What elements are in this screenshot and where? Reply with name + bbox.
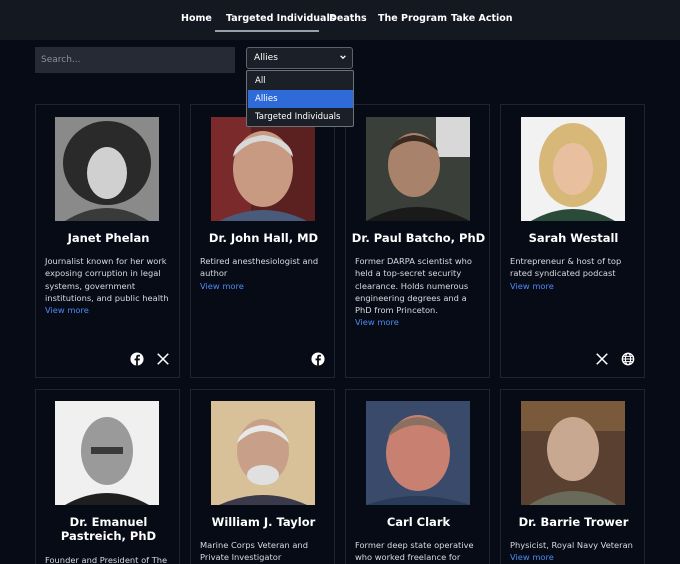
nav-deaths[interactable]: Deaths bbox=[329, 13, 367, 24]
profile-description: Physicist, Royal Navy Veteran View more bbox=[510, 540, 633, 563]
profile-card: Dr. Emanuel Pastreich, PhD Founder and P… bbox=[35, 389, 180, 564]
profile-photo bbox=[211, 401, 315, 505]
profile-description: Founder and President of The bbox=[45, 555, 168, 564]
option-targeted-individuals[interactable]: Targeted Individuals bbox=[248, 108, 353, 126]
profile-name: Dr. Emanuel Pastreich, PhD bbox=[60, 515, 157, 543]
globe-icon[interactable] bbox=[621, 352, 635, 366]
profile-card: Dr. John Hall, MD Retired anesthesiologi… bbox=[190, 104, 335, 378]
profile-name: Sarah Westall bbox=[528, 231, 619, 245]
facebook-icon[interactable] bbox=[311, 352, 325, 366]
profile-name: Janet Phelan bbox=[67, 231, 150, 245]
profile-photo bbox=[211, 117, 315, 221]
option-all[interactable]: All bbox=[248, 72, 353, 90]
nav-the-program[interactable]: The Program bbox=[378, 13, 447, 24]
profile-photo bbox=[366, 117, 470, 221]
view-more-link[interactable]: View more bbox=[45, 305, 89, 315]
profile-description: Marine Corps Veteran and Private Investi… bbox=[200, 540, 308, 563]
profile-card: Janet Phelan Journalist known for her wo… bbox=[35, 104, 180, 378]
profile-description: Retired anesthesiologist and author View … bbox=[200, 256, 319, 291]
top-navigation: Home Targeted Individuals Deaths The Pro… bbox=[0, 0, 680, 40]
facebook-icon[interactable] bbox=[130, 352, 144, 366]
view-more-link[interactable]: View more bbox=[510, 281, 554, 291]
category-select-value: Allies bbox=[254, 53, 278, 63]
profile-photo bbox=[521, 401, 625, 505]
profile-card: Dr. Paul Batcho, PhD Former DARPA scient… bbox=[345, 104, 490, 378]
profile-photo bbox=[55, 117, 159, 221]
category-dropdown: All Allies Targeted Individuals bbox=[246, 70, 354, 127]
nav-targeted-individuals[interactable]: Targeted Individuals bbox=[226, 13, 335, 24]
profile-photo bbox=[366, 401, 470, 505]
profile-name: William J. Taylor bbox=[211, 515, 316, 529]
view-more-link[interactable]: View more bbox=[200, 281, 244, 291]
profile-description: Former deep state operative who worked f… bbox=[355, 540, 474, 563]
profile-description: Journalist known for her work exposing c… bbox=[45, 256, 169, 316]
profile-description: Former DARPA scientist who held a top-se… bbox=[355, 256, 472, 328]
nav-home[interactable]: Home bbox=[181, 13, 212, 24]
profile-description: Entrepreneur & host of top rated syndica… bbox=[510, 256, 622, 291]
profile-name: Carl Clark bbox=[386, 515, 451, 529]
profile-photo bbox=[521, 117, 625, 221]
profile-photo bbox=[55, 401, 159, 505]
active-nav-indicator bbox=[215, 30, 319, 32]
profile-name: Dr. Paul Batcho, PhD bbox=[351, 231, 486, 245]
x-icon[interactable] bbox=[156, 352, 170, 366]
profile-card: Carl Clark Former deep state operative w… bbox=[345, 389, 490, 564]
search-input[interactable] bbox=[35, 47, 235, 73]
profile-card: Sarah Westall Entrepreneur & host of top… bbox=[500, 104, 645, 378]
profile-name: Dr. Barrie Trower bbox=[518, 515, 629, 529]
profile-name: Dr. John Hall, MD bbox=[208, 231, 319, 245]
chevron-down-icon bbox=[340, 55, 346, 60]
profile-card: William J. Taylor Marine Corps Veteran a… bbox=[190, 389, 335, 564]
profile-card: Dr. Barrie Trower Physicist, Royal Navy … bbox=[500, 389, 645, 564]
view-more-link[interactable]: View more bbox=[355, 317, 399, 327]
x-icon[interactable] bbox=[595, 352, 609, 366]
view-more-link[interactable]: View more bbox=[510, 552, 554, 562]
option-allies[interactable]: Allies bbox=[248, 90, 353, 108]
nav-take-action[interactable]: Take Action bbox=[451, 13, 513, 24]
category-select[interactable]: Allies bbox=[246, 47, 353, 69]
